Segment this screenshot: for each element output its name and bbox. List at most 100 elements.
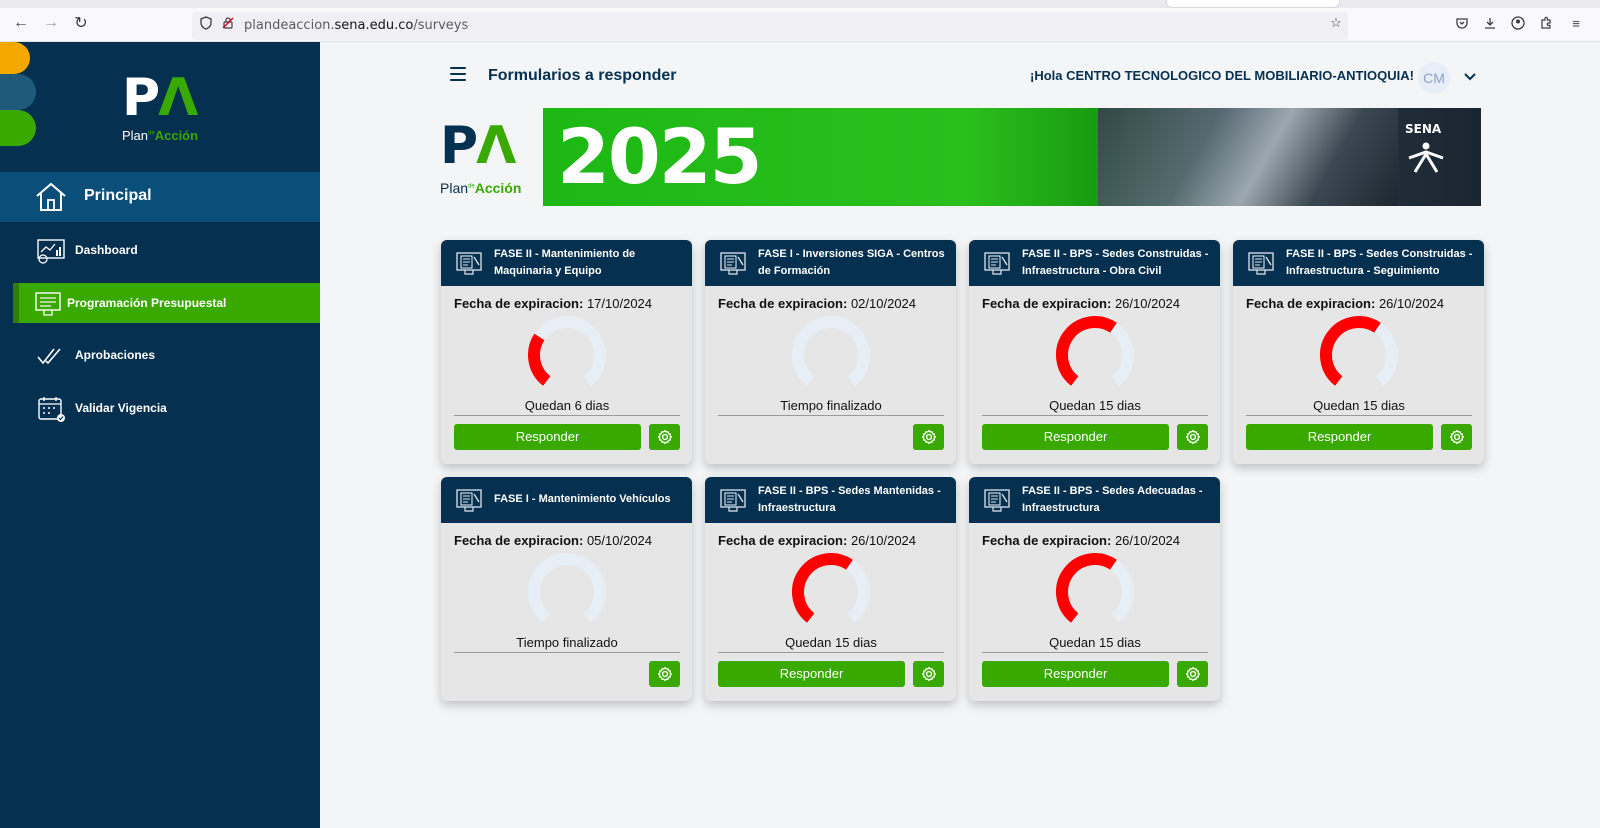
respond-button[interactable]: Responder [454, 424, 641, 450]
card-header: FASE II - BPS - Sedes Mantenidas - Infra… [705, 477, 956, 523]
settings-button[interactable] [913, 424, 944, 450]
gauge-fill [1320, 316, 1381, 386]
divider [982, 652, 1208, 653]
avatar[interactable]: CM [1418, 62, 1450, 94]
card-title: FASE I - Inversiones SIGA - Centros de F… [758, 248, 945, 277]
time-remaining-gauge [792, 316, 870, 386]
card-title: FASE I - Mantenimiento Vehículos [494, 493, 671, 505]
menu-icon[interactable]: ≡ [1568, 15, 1584, 31]
form-document-icon [720, 489, 746, 512]
card-header: FASE II - BPS - Sedes Construidas - Infr… [1233, 240, 1484, 286]
sidebar-item-aprobaciones[interactable]: Aprobaciones [0, 335, 320, 375]
download-icon[interactable] [1482, 15, 1498, 31]
banner-photo [1098, 108, 1398, 206]
hamburger-menu-icon[interactable] [450, 67, 466, 81]
gear-icon [657, 666, 672, 682]
divider [454, 652, 680, 653]
respond-button[interactable]: Responder [982, 424, 1169, 450]
card-title: FASE II - BPS - Sedes Mantenidas - Infra… [758, 485, 941, 514]
forward-icon[interactable]: → [42, 14, 60, 32]
banner-logo: PΛ PlandeAcción [440, 118, 540, 203]
plan-de-accion-logo[interactable]: PΛ PlandeAcción [122, 72, 212, 152]
survey-card: FASE I - Inversiones SIGA - Centros de F… [705, 240, 956, 464]
budget-icon [35, 292, 61, 316]
expiration-date: Fecha de expiracion: 02/10/2024 [718, 296, 917, 311]
sidebar-item-validar-vigencia[interactable]: Validar Vigencia [0, 388, 320, 428]
survey-card: FASE I - Mantenimiento Vehículos Fecha d… [441, 477, 692, 701]
double-check-icon [37, 348, 61, 365]
brand-corner-icon [0, 42, 36, 146]
card-header: FASE I - Mantenimiento Vehículos [441, 477, 692, 523]
settings-button[interactable] [1177, 661, 1208, 687]
settings-button[interactable] [1177, 424, 1208, 450]
gear-icon [921, 429, 936, 445]
gauge-fill [792, 553, 853, 623]
sidebar-item-dashboard[interactable]: Dashboard [0, 230, 320, 270]
divider [1246, 415, 1472, 416]
sidebar-item-programacion-presupuestal[interactable]: Programación Presupuestal [13, 283, 320, 323]
chevron-down-icon[interactable] [1464, 70, 1476, 84]
logo-letters: PΛ [122, 68, 198, 128]
time-remaining-gauge [1056, 316, 1134, 386]
settings-button[interactable] [1441, 424, 1472, 450]
menu-principal[interactable]: Principal [0, 172, 320, 222]
time-remaining-gauge [528, 316, 606, 386]
expiration-date: Fecha de expiracion: 05/10/2024 [454, 533, 653, 548]
respond-button[interactable]: Responder [718, 661, 905, 687]
pocket-icon[interactable] [1454, 15, 1470, 31]
expiration-date: Fecha de expiracion: 17/10/2024 [454, 296, 653, 311]
url-text[interactable]: plandeaccion.sena.edu.co/surveys [244, 18, 468, 33]
logo-caption: PlandeAcción [122, 128, 199, 143]
settings-button[interactable] [649, 424, 680, 450]
gear-icon [1185, 666, 1200, 682]
time-status: Tiempo finalizado [516, 635, 618, 650]
expiration-date: Fecha de expiracion: 26/10/2024 [718, 533, 917, 548]
sidebar-item-label: Aprobaciones [75, 348, 156, 362]
time-status: Quedan 15 dias [785, 635, 877, 650]
time-remaining-gauge [528, 553, 606, 623]
gauge-track [528, 553, 606, 623]
respond-button[interactable]: Responder [982, 661, 1169, 687]
browser-tab[interactable] [1166, 0, 1340, 8]
form-document-icon [984, 252, 1010, 275]
gear-icon [921, 666, 936, 682]
divider [718, 415, 944, 416]
gear-icon [1449, 429, 1464, 445]
time-remaining-gauge [1056, 553, 1134, 623]
card-title: FASE II - Mantenimiento de Maquinaria y … [494, 248, 636, 277]
survey-card: FASE II - BPS - Sedes Construidas - Infr… [1233, 240, 1484, 464]
gear-icon [657, 429, 672, 445]
page-title: Formularios a responder [488, 67, 677, 84]
card-header: FASE I - Inversiones SIGA - Centros de F… [705, 240, 956, 286]
lock-warning-icon[interactable] [220, 15, 236, 31]
sidebar: PΛ PlandeAcción Principal Dashboard Prog… [0, 42, 320, 828]
survey-card: FASE II - BPS - Sedes Construidas - Infr… [969, 240, 1220, 464]
respond-button[interactable]: Responder [1246, 424, 1433, 450]
sidebar-item-label: Programación Presupuestal [67, 296, 227, 310]
shield-icon[interactable] [198, 15, 214, 31]
banner: PΛ PlandeAcción 2025 SENA [440, 108, 1481, 206]
card-header: FASE II - Mantenimiento de Maquinaria y … [441, 240, 692, 286]
dashboard-icon [37, 239, 65, 264]
sidebar-item-label: Validar Vigencia [75, 401, 167, 415]
time-remaining-gauge [792, 553, 870, 623]
settings-button[interactable] [913, 661, 944, 687]
card-header: FASE II - BPS - Sedes Adecuadas - Infrae… [969, 477, 1220, 523]
settings-button[interactable] [649, 661, 680, 687]
time-status: Quedan 15 dias [1049, 398, 1141, 413]
back-icon[interactable]: ← [12, 14, 30, 32]
form-document-icon [456, 252, 482, 275]
expiration-date: Fecha de expiracion: 26/10/2024 [1246, 296, 1445, 311]
banner-year: 2025 [557, 112, 763, 201]
gauge-track [792, 316, 870, 386]
bookmark-star-icon[interactable]: ☆ [1328, 15, 1344, 31]
gauge-fill [528, 333, 551, 386]
banner-hero: 2025 SENA [543, 108, 1481, 206]
account-icon[interactable] [1510, 15, 1526, 31]
sena-logo-icon [1408, 142, 1444, 173]
divider [718, 652, 944, 653]
reload-icon[interactable]: ↻ [72, 14, 90, 32]
menu-principal-label: Principal [84, 187, 152, 204]
calendar-check-icon [38, 397, 65, 422]
extensions-icon[interactable] [1538, 15, 1554, 31]
